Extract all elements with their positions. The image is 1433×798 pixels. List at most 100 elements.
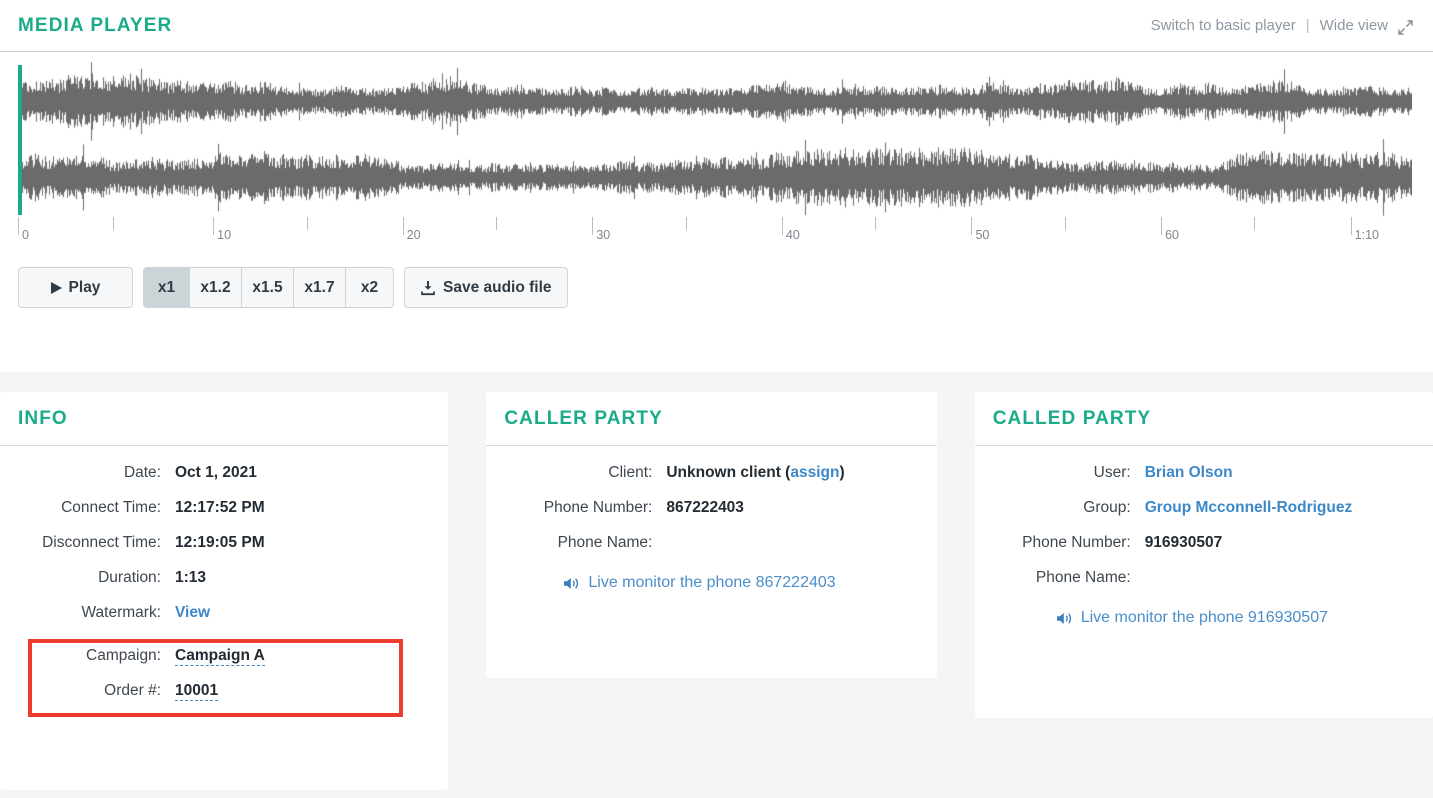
playback-controls: Play x1 x1.2 x1.5 x1.7 x2 Save audio file — [18, 267, 1433, 308]
media-player-card: MEDIA PLAYER Switch to basic player | Wi… — [0, 0, 1433, 372]
expand-arrows-icon[interactable] — [1398, 20, 1413, 35]
detail-row: Order #: 10001 — [0, 682, 434, 701]
detail-row-value[interactable]: Brian Olson — [1145, 464, 1233, 482]
details-panels: INFO Date: Oct 1, 2021 Connect Time: 12:17:… — [0, 372, 1433, 790]
detail-row-label: Client: — [608, 464, 653, 481]
speed-button-x1-7[interactable]: x1.7 — [294, 267, 346, 308]
page-title: MEDIA PLAYER — [18, 14, 173, 36]
detail-row-label: Connect Time: — [61, 499, 161, 516]
detail-row-value: Oct 1, 2021 — [175, 464, 257, 481]
ruler-label: 1:10 — [1354, 228, 1379, 242]
panel-info-body: Date: Oct 1, 2021 Connect Time: 12:17:52 PM… — [0, 446, 448, 727]
panel-called-party-body: User: Brian Olson Group: Group Mcconnell-Ro… — [975, 446, 1433, 637]
detail-row-value[interactable]: Group Mcconnell-Rodriguez — [1145, 499, 1353, 517]
caller-live-monitor-link[interactable]: Live monitor the phone 867222403 — [588, 574, 835, 592]
detail-row-label: Phone Number: — [543, 499, 653, 516]
detail-row: Phone Number: 867222403 — [486, 499, 922, 517]
detail-row: Connect Time: 12:17:52 PM — [0, 499, 434, 517]
detail-row-label: Watermark: — [81, 604, 161, 621]
detail-row: User: Brian Olson — [975, 464, 1419, 482]
detail-row-label: Duration: — [98, 569, 161, 586]
playback-speed-group[interactable]: x1 x1.2 x1.5 x1.7 x2 — [143, 267, 394, 308]
panel-caller-party: CALLER PARTY Client: Unknown client (assi… — [486, 392, 937, 678]
called-live-monitor-link[interactable]: Live monitor the phone 916930507 — [1081, 609, 1328, 627]
play-triangle-icon — [50, 281, 62, 294]
ruler-label: 30 — [596, 228, 611, 242]
download-icon — [420, 280, 436, 296]
caller-live-monitor-row[interactable]: Live monitor the phone 867222403 — [486, 574, 922, 592]
panel-called-party-title: CALLED PARTY — [974, 392, 1433, 446]
speaker-icon — [563, 576, 580, 591]
ruler-label: 60 — [1165, 228, 1179, 242]
detail-row: Disconnect Time: 12:19:05 PM — [0, 534, 434, 552]
detail-row-value[interactable]: Unknown client (assign) — [666, 464, 844, 482]
detail-row-link[interactable]: Group Mcconnell-Rodriguez — [1145, 499, 1353, 516]
panel-info-title: INFO — [0, 392, 449, 446]
speed-button-x1[interactable]: x1 — [143, 267, 190, 308]
save-audio-file-button[interactable]: Save audio file — [404, 267, 568, 308]
detail-row-link[interactable]: Brian Olson — [1145, 464, 1233, 481]
panel-called-party: CALLED PARTY User: Brian Olson Group: Group… — [974, 392, 1433, 718]
ruler-label: 40 — [785, 228, 800, 242]
detail-row-label: Disconnect Time: — [42, 534, 161, 551]
assign-client-link[interactable]: assign — [790, 464, 839, 481]
ruler-tick-minor — [1064, 217, 1066, 230]
detail-row: Duration: 1:13 — [0, 569, 434, 587]
speed-button-x1-2[interactable]: x1.2 — [190, 267, 242, 308]
waveform-area[interactable] — [18, 62, 1413, 217]
playhead-marker[interactable] — [18, 65, 22, 215]
detail-row-label: Phone Name: — [1035, 569, 1131, 586]
speed-button-x2[interactable]: x2 — [346, 267, 394, 308]
play-button[interactable]: Play — [18, 267, 133, 308]
ruler-tick-minor — [496, 217, 498, 230]
panel-caller-party-title: CALLER PARTY — [486, 392, 937, 446]
detail-row-value[interactable]: View — [175, 604, 210, 622]
ruler-label: 50 — [975, 228, 990, 242]
editable-field[interactable]: 10001 — [175, 682, 219, 701]
ruler-label: 20 — [406, 228, 421, 242]
play-button-label: Play — [68, 278, 101, 296]
ruler-label: 10 — [217, 228, 232, 242]
page-header: MEDIA PLAYER Switch to basic player | Wi… — [0, 0, 1433, 52]
detail-row-value: 1:13 — [175, 569, 207, 586]
detail-row-value[interactable]: Campaign A — [175, 647, 265, 666]
detail-row-value: 12:17:52 PM — [175, 499, 265, 516]
detail-row-label: Campaign: — [86, 647, 161, 664]
speed-button-x1-5[interactable]: x1.5 — [242, 267, 294, 308]
ruler-tick-minor — [112, 217, 114, 230]
detail-row-label: Phone Number: — [1022, 534, 1131, 551]
ruler-tick-minor — [1254, 217, 1256, 230]
detail-row: Phone Name: — [486, 534, 922, 552]
detail-row: Phone Number: 916930507 — [975, 534, 1419, 552]
editable-field[interactable]: Campaign A — [175, 647, 265, 666]
caller-rows: Client: Unknown client (assign) Phone Numb… — [486, 464, 922, 552]
detail-row-label: Date: — [123, 464, 161, 481]
detail-row-value: 867222403 — [666, 499, 744, 516]
ruler-tick-minor — [685, 217, 687, 230]
detail-row: Group: Group Mcconnell-Rodriguez — [975, 499, 1419, 517]
audio-waveform[interactable] — [18, 62, 1412, 217]
header-actions: Switch to basic player | Wide view — [1151, 17, 1413, 35]
wide-view-link[interactable]: Wide view — [1320, 17, 1388, 34]
info-rows: Date: Oct 1, 2021 Connect Time: 12:17:52 PM… — [0, 464, 434, 622]
timeline-ruler[interactable]: 0 10 20 30 40 50 60 1:10 — [18, 217, 1413, 249]
ruler-label: 0 — [22, 228, 29, 242]
detail-row: Campaign: Campaign A — [0, 647, 434, 666]
panel-caller-party-body: Client: Unknown client (assign) Phone Numb… — [486, 446, 936, 602]
detail-row-label: Phone Name: — [557, 534, 653, 551]
called-rows: User: Brian Olson Group: Group Mcconnell-Ro… — [975, 464, 1419, 587]
detail-row: Watermark: View — [0, 604, 434, 622]
detail-row: Date: Oct 1, 2021 — [0, 464, 434, 482]
detail-row-value[interactable]: 10001 — [175, 682, 219, 701]
detail-row: Phone Name: — [975, 569, 1419, 587]
panel-info: INFO Date: Oct 1, 2021 Connect Time: 12:17:… — [0, 392, 449, 790]
detail-row-link[interactable]: View — [175, 604, 210, 621]
called-live-monitor-row[interactable]: Live monitor the phone 916930507 — [975, 609, 1419, 627]
detail-row-value: 12:19:05 PM — [175, 534, 265, 551]
ruler-tick-minor — [306, 217, 308, 230]
switch-to-basic-player-link[interactable]: Switch to basic player — [1151, 17, 1296, 34]
detail-row-label: Order #: — [104, 682, 161, 699]
info-highlighted-rows: Campaign: Campaign A Order #: 10001 — [0, 639, 434, 701]
save-audio-file-label: Save audio file — [443, 278, 552, 296]
detail-row: Client: Unknown client (assign) — [486, 464, 922, 482]
